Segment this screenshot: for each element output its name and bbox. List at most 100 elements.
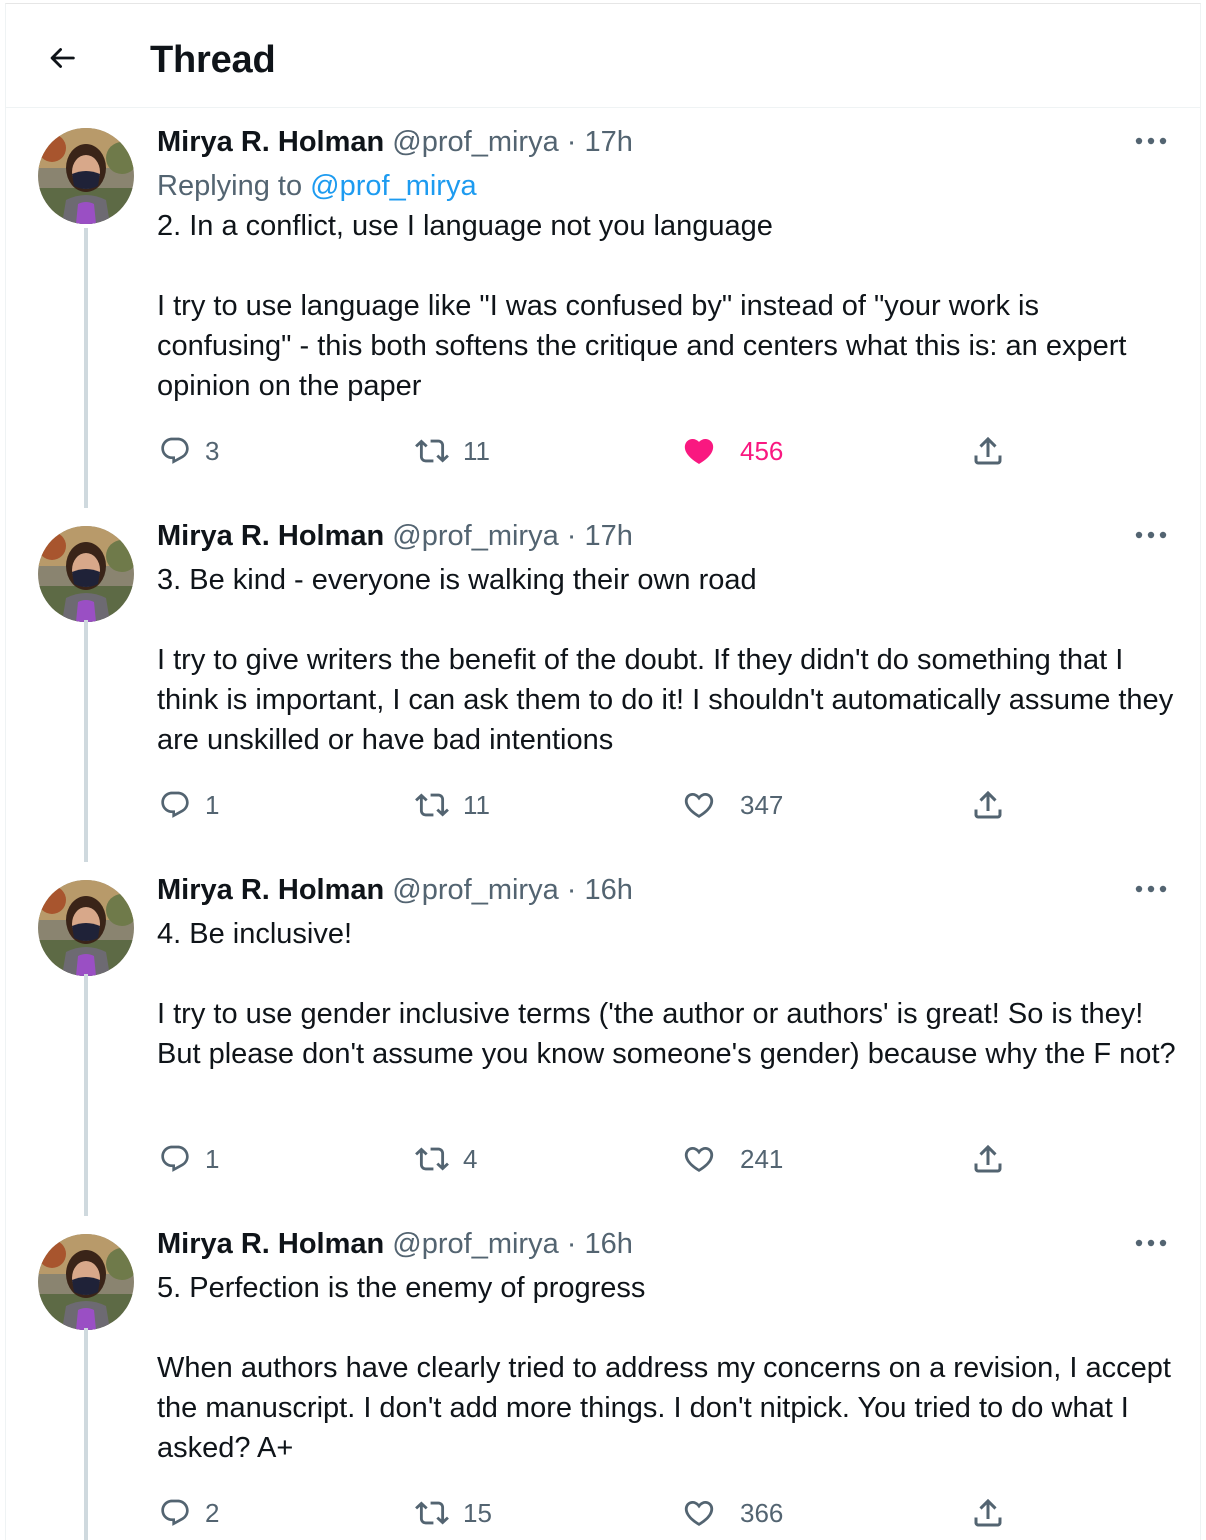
- reply-icon: [159, 435, 191, 467]
- share-button[interactable]: [970, 1139, 1006, 1179]
- heart-filled-icon: [682, 434, 716, 468]
- avatar-photo: [38, 526, 134, 622]
- more-dots-icon: [1135, 137, 1167, 145]
- replying-to: Replying to @prof_mirya: [157, 168, 477, 204]
- tweet-paragraph: I try to use language like "I was confus…: [157, 290, 1127, 402]
- retweet-count: 11: [463, 790, 490, 820]
- reply-button[interactable]: 1: [159, 1139, 219, 1179]
- like-count: 456: [740, 436, 784, 466]
- like-button[interactable]: 241: [682, 1139, 783, 1179]
- reply-count: 2: [205, 1498, 220, 1528]
- reply-button[interactable]: 3: [159, 431, 219, 471]
- more-options-button[interactable]: [1131, 126, 1171, 156]
- avatar-photo: [38, 1234, 134, 1330]
- avatar-photo: [38, 880, 134, 976]
- avatar-photo: [38, 128, 134, 224]
- author-handle[interactable]: @prof_mirya: [392, 126, 558, 158]
- tweet[interactable]: Mirya R. Holman @prof_mirya · 16h 4. Be …: [0, 870, 1206, 1216]
- tweet-paragraph: 4. Be inclusive!: [157, 918, 353, 950]
- author-handle[interactable]: @prof_mirya: [392, 1228, 558, 1260]
- replying-to-handle[interactable]: @prof_mirya: [310, 170, 476, 202]
- retweet-icon: [415, 434, 449, 468]
- back-button[interactable]: [41, 37, 83, 79]
- reply-count: 1: [205, 1144, 220, 1174]
- tweet[interactable]: Mirya R. Holman @prof_mirya · 16h 5. Per…: [0, 1224, 1206, 1540]
- like-count: 366: [740, 1498, 784, 1528]
- share-button[interactable]: [970, 1493, 1006, 1533]
- reply-button[interactable]: 2: [159, 1493, 219, 1533]
- tweet-actions: 1 4 241: [0, 1139, 1206, 1179]
- retweet-button[interactable]: 11: [415, 431, 490, 471]
- tweet-timestamp[interactable]: 16h: [585, 874, 633, 906]
- like-count: 241: [740, 1144, 784, 1174]
- tweet[interactable]: Mirya R. Holman @prof_mirya · 17h Replyi…: [0, 118, 1206, 508]
- tweet-timestamp[interactable]: 17h: [585, 126, 633, 158]
- dot-separator: ·: [566, 874, 577, 906]
- retweet-icon: [415, 1142, 449, 1176]
- more-options-button[interactable]: [1131, 520, 1171, 550]
- more-options-button[interactable]: [1131, 874, 1171, 904]
- retweet-count: 4: [463, 1144, 478, 1174]
- share-button[interactable]: [970, 785, 1006, 825]
- retweet-count: 15: [463, 1498, 492, 1528]
- thread-connector-line: [84, 974, 88, 1216]
- tweet-header: Mirya R. Holman @prof_mirya · 16h: [157, 1226, 633, 1262]
- more-dots-icon: [1135, 1239, 1167, 1247]
- tweet[interactable]: Mirya R. Holman @prof_mirya · 17h 3. Be …: [0, 516, 1206, 862]
- dot-separator: ·: [566, 126, 577, 158]
- heart-outline-icon: [682, 1142, 716, 1176]
- avatar[interactable]: [38, 128, 134, 224]
- replying-to-label: Replying to: [157, 170, 303, 202]
- like-button[interactable]: 366: [682, 1493, 783, 1533]
- more-dots-icon: [1135, 885, 1167, 893]
- heart-outline-icon: [682, 788, 716, 822]
- like-button[interactable]: 347: [682, 785, 783, 825]
- tweet-actions: 3 11 456: [0, 431, 1206, 471]
- author-name[interactable]: Mirya R. Holman: [157, 1228, 384, 1260]
- retweet-button[interactable]: 11: [415, 785, 490, 825]
- retweet-button[interactable]: 4: [415, 1139, 477, 1179]
- retweet-button[interactable]: 15: [415, 1493, 492, 1533]
- tweet-header: Mirya R. Holman @prof_mirya · 17h: [157, 518, 633, 554]
- page-title: Thread: [150, 39, 276, 81]
- reply-count: 1: [205, 790, 220, 820]
- share-icon: [970, 433, 1006, 469]
- tweet-text: 2. In a conflict, use I language not you…: [157, 206, 1177, 406]
- tweet-paragraph: I try to use gender inclusive terms ('th…: [157, 998, 1176, 1070]
- avatar[interactable]: [38, 880, 134, 976]
- author-name[interactable]: Mirya R. Holman: [157, 874, 384, 906]
- more-dots-icon: [1135, 531, 1167, 539]
- avatar[interactable]: [38, 1234, 134, 1330]
- arrow-left-icon: [45, 41, 79, 75]
- tweet-paragraph: I try to give writers the benefit of the…: [157, 644, 1174, 756]
- like-button[interactable]: 456: [682, 431, 783, 471]
- tweet-timestamp[interactable]: 17h: [585, 520, 633, 552]
- reply-button[interactable]: 1: [159, 785, 219, 825]
- dot-separator: ·: [566, 1228, 577, 1260]
- like-count: 347: [740, 790, 784, 820]
- retweet-count: 11: [463, 436, 490, 466]
- tweet-actions: 2 15 366: [0, 1493, 1206, 1533]
- reply-icon: [159, 1143, 191, 1175]
- share-icon: [970, 1141, 1006, 1177]
- share-button[interactable]: [970, 431, 1006, 471]
- tweet-text: 3. Be kind - everyone is walking their o…: [157, 560, 1177, 760]
- author-name[interactable]: Mirya R. Holman: [157, 126, 384, 158]
- tweet-actions: 1 11 347: [0, 785, 1206, 825]
- author-handle[interactable]: @prof_mirya: [392, 874, 558, 906]
- tweet-paragraph: When authors have clearly tried to addre…: [157, 1352, 1171, 1464]
- tweet-header: Mirya R. Holman @prof_mirya · 16h: [157, 872, 633, 908]
- more-options-button[interactable]: [1131, 1228, 1171, 1258]
- thread-header: Thread: [5, 3, 1201, 108]
- tweet-text: 4. Be inclusive! I try to use gender inc…: [157, 914, 1177, 1074]
- tweet-header: Mirya R. Holman @prof_mirya · 17h: [157, 124, 633, 160]
- reply-icon: [159, 1497, 191, 1529]
- author-handle[interactable]: @prof_mirya: [392, 520, 558, 552]
- avatar[interactable]: [38, 526, 134, 622]
- author-name[interactable]: Mirya R. Holman: [157, 520, 384, 552]
- retweet-icon: [415, 1496, 449, 1530]
- tweet-timestamp[interactable]: 16h: [585, 1228, 633, 1260]
- share-icon: [970, 1495, 1006, 1531]
- tweet-paragraph: 5. Perfection is the enemy of progress: [157, 1272, 646, 1304]
- share-icon: [970, 787, 1006, 823]
